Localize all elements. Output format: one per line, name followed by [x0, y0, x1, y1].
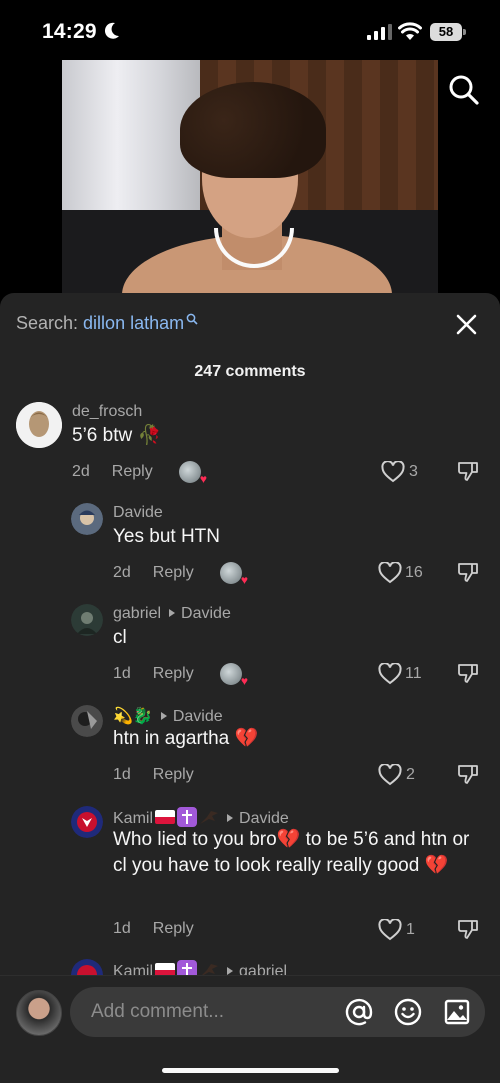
search-header[interactable]: Search: dillon latham: [16, 313, 198, 334]
reply-to-user[interactable]: Davide: [239, 810, 289, 827]
comment-meta: 2d Reply: [72, 463, 153, 481]
dislike-icon[interactable]: [456, 560, 480, 584]
reply-button[interactable]: Reply: [153, 766, 194, 783]
comment-text: Yes but HTN: [113, 526, 221, 547]
reply-button[interactable]: Reply: [153, 564, 194, 581]
heart-icon[interactable]: [378, 562, 402, 584]
avatar[interactable]: [71, 604, 103, 636]
dislike-icon[interactable]: [456, 762, 480, 786]
comment-username[interactable]: de_frosch: [72, 403, 142, 421]
flag-icon: [155, 810, 176, 824]
creator-liked-badge: ♥: [220, 562, 248, 587]
creator-liked-badge: ♥: [220, 663, 248, 688]
dislike-icon[interactable]: [456, 661, 480, 685]
comment-text: 5’6 btw 🥀: [72, 425, 162, 446]
dislike-icon[interactable]: [456, 459, 480, 483]
add-comment-placeholder: Add comment...: [91, 1001, 225, 1022]
comment-text: htn in agartha 💔: [113, 728, 259, 749]
comments-sheet: Search: dillon latham 247 comments de_fr…: [0, 293, 500, 1083]
search-prefix: Search:: [16, 313, 84, 333]
creator-liked-badge: ♥: [179, 461, 207, 486]
reply-button[interactable]: Reply: [112, 463, 153, 480]
eagle-icon: [200, 811, 219, 824]
comment-username[interactable]: gabriel Davide: [113, 605, 231, 623]
like-count: 3: [409, 463, 418, 480]
reply-button[interactable]: Reply: [153, 665, 194, 682]
cross-icon: [177, 807, 198, 827]
comment-meta: 1d Reply: [113, 920, 194, 938]
heart-icon[interactable]: [378, 764, 402, 786]
signal-icon: [367, 24, 392, 40]
like-count: 2: [406, 766, 415, 783]
add-comment-input[interactable]: Add comment...: [70, 987, 485, 1037]
heart-icon[interactable]: [378, 663, 402, 685]
comment-username[interactable]: Kamil Davide: [113, 807, 289, 828]
comment-text: Who lied to you bro💔 to be 5’6 and htn o…: [113, 829, 470, 876]
like-count: 16: [405, 564, 423, 581]
comment-date: 1d: [113, 665, 131, 682]
search-query-link[interactable]: dillon latham: [83, 313, 184, 333]
reply-to-user[interactable]: Davide: [173, 708, 223, 725]
search-icon[interactable]: [448, 74, 480, 106]
comment-username[interactable]: Davide: [113, 504, 163, 522]
avatar[interactable]: [71, 806, 103, 838]
heart-icon[interactable]: [378, 919, 402, 941]
comment-meta: 1d Reply: [113, 766, 194, 784]
my-avatar: [16, 990, 62, 1036]
like-count: 11: [405, 665, 422, 682]
comment-date: 2d: [72, 463, 90, 480]
close-icon[interactable]: [456, 314, 477, 335]
comment-meta: 2d Reply: [113, 564, 194, 582]
search-small-icon: [186, 313, 198, 325]
comments-count: 247 comments: [194, 363, 306, 380]
heart-icon[interactable]: [381, 461, 405, 483]
comment-username[interactable]: 💫🐉 Davide: [113, 706, 223, 726]
comment-meta: 1d Reply: [113, 665, 194, 683]
reply-to-user[interactable]: Davide: [181, 605, 231, 622]
like-count: 1: [406, 921, 415, 938]
comment-date: 1d: [113, 766, 131, 783]
avatar[interactable]: [16, 402, 62, 448]
emoji-icon[interactable]: [394, 998, 422, 1026]
image-icon[interactable]: [444, 999, 470, 1025]
comment-date: 1d: [113, 920, 131, 937]
dislike-icon[interactable]: [456, 917, 480, 941]
reply-button[interactable]: Reply: [153, 920, 194, 937]
comment-text: cl: [113, 627, 127, 648]
comment-date: 2d: [113, 564, 131, 581]
avatar[interactable]: [71, 503, 103, 535]
battery-level: 58: [430, 23, 462, 41]
at-icon[interactable]: [345, 998, 373, 1026]
avatar[interactable]: [71, 705, 103, 737]
comment-composer: Add comment...: [0, 975, 500, 1083]
moon-icon: [104, 22, 119, 39]
status-bar: 14:29 58: [0, 0, 500, 60]
video-player[interactable]: [62, 60, 438, 295]
status-time: 14:29: [42, 20, 97, 43]
battery-indicator: 58: [430, 23, 466, 41]
wifi-icon: [398, 22, 422, 40]
home-indicator: [162, 1068, 339, 1073]
